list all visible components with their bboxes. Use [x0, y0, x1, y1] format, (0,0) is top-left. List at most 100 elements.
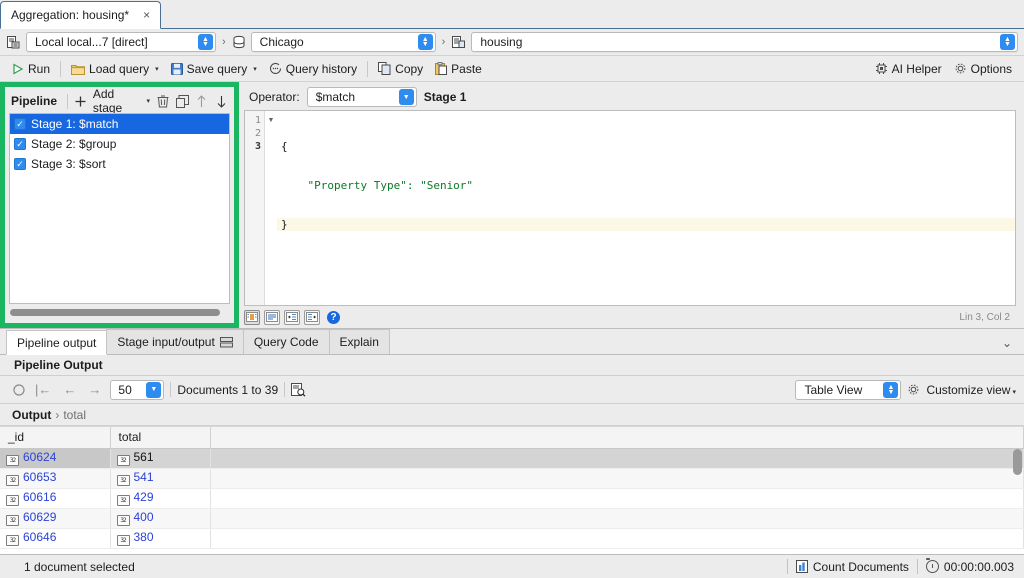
- editor-code-body[interactable]: { "Property Type": "Senior" }: [277, 111, 1015, 305]
- collection-value: housing: [480, 35, 996, 49]
- editor-fold-column[interactable]: ▼: [265, 111, 277, 305]
- connection-select[interactable]: Local local...7 [direct] ▲▼: [26, 32, 216, 52]
- previous-page-icon[interactable]: ←: [60, 382, 79, 397]
- options-button[interactable]: Options: [948, 60, 1018, 78]
- column-header-id[interactable]: _id: [0, 427, 110, 448]
- cell-total[interactable]: 32380: [110, 528, 210, 548]
- collection-select[interactable]: housing ▲▼: [471, 32, 1018, 52]
- collapse-all-icon[interactable]: [304, 310, 320, 325]
- column-header-total[interactable]: total: [110, 427, 210, 448]
- table-row[interactable]: 3260653 32541: [0, 468, 1024, 488]
- copy-button[interactable]: Copy: [372, 60, 429, 78]
- chevron-down-icon[interactable]: ▾: [146, 97, 150, 105]
- stage-enabled-checkbox[interactable]: ✓: [14, 158, 26, 170]
- table-row[interactable]: 3260646 32380: [0, 528, 1024, 548]
- fold-arrow-icon[interactable]: ▼: [265, 114, 277, 127]
- editor-footer: ? Lin 3, Col 2: [239, 306, 1024, 328]
- pipeline-stage-list[interactable]: ✓ Stage 1: $match ✓ Stage 2: $group ✓ St…: [9, 113, 230, 304]
- table-row[interactable]: 3260624 32561: [0, 448, 1024, 468]
- stage-enabled-checkbox[interactable]: ✓: [14, 118, 26, 130]
- cell-id[interactable]: 3260616: [0, 488, 110, 508]
- cell-id[interactable]: 3260646: [0, 528, 110, 548]
- cell-id[interactable]: 3260624: [0, 448, 110, 468]
- customize-view-button[interactable]: Customize view▾: [926, 383, 1016, 397]
- table-row[interactable]: 3260616 32429: [0, 488, 1024, 508]
- plus-icon[interactable]: [74, 95, 87, 108]
- view-mode-select[interactable]: Table View ▲▼: [795, 380, 901, 400]
- scrollbar-thumb[interactable]: [1013, 449, 1022, 475]
- page-size-select[interactable]: 50 ▼: [110, 380, 164, 400]
- breadcrumb-root[interactable]: Output: [12, 408, 51, 422]
- load-query-button[interactable]: Load query ▾: [65, 60, 165, 78]
- tab-explain[interactable]: Explain: [329, 329, 390, 354]
- query-history-button[interactable]: Query history: [263, 60, 363, 78]
- move-stage-up-icon[interactable]: [195, 93, 209, 109]
- cell-total[interactable]: 32429: [110, 488, 210, 508]
- expand-all-icon[interactable]: [284, 310, 300, 325]
- int32-type-icon: 32: [6, 475, 19, 486]
- save-query-button[interactable]: Save query ▾: [165, 60, 263, 78]
- chevron-down-icon[interactable]: ▾: [253, 65, 257, 73]
- tab-query-code[interactable]: Query Code: [243, 329, 330, 354]
- table-row[interactable]: 32 60629 32400: [0, 508, 1024, 528]
- cell-id[interactable]: 32 60629: [0, 508, 110, 528]
- operator-row: Operator: $match ▼ Stage 1: [239, 84, 1024, 110]
- stage-code-editor[interactable]: 1 2 3 ▼ { "Property Type": "Senior" }: [244, 110, 1016, 306]
- connection-stepper-icon[interactable]: ▲▼: [198, 34, 213, 50]
- run-button[interactable]: Run: [6, 60, 56, 78]
- results-breadcrumb: Output › total: [0, 404, 1024, 426]
- count-documents-button[interactable]: Count Documents: [796, 560, 909, 574]
- close-icon[interactable]: ×: [141, 8, 152, 22]
- pipeline-horizontal-scrollbar[interactable]: [10, 306, 229, 318]
- breadcrumb-leaf[interactable]: total: [63, 408, 86, 422]
- view-mode-stepper-icon[interactable]: ▲▼: [883, 382, 898, 398]
- cell-id[interactable]: 3260653: [0, 468, 110, 488]
- add-stage-label[interactable]: Add stage: [93, 87, 139, 115]
- chevron-down-icon[interactable]: ▼: [399, 89, 414, 105]
- int32-type-icon: 32: [6, 515, 19, 526]
- cell-total[interactable]: 32561: [110, 448, 210, 468]
- breadcrumb-arrow-1: ›: [221, 36, 227, 48]
- cell-total[interactable]: 32400: [110, 508, 210, 528]
- database-stepper-icon[interactable]: ▲▼: [418, 34, 433, 50]
- help-icon[interactable]: ?: [327, 311, 340, 324]
- compact-view-icon[interactable]: [264, 310, 280, 325]
- options-label: Options: [971, 62, 1012, 76]
- scrollbar-thumb[interactable]: [10, 309, 220, 316]
- first-page-icon[interactable]: |←: [32, 382, 54, 397]
- format-code-icon[interactable]: [244, 310, 260, 325]
- code-line: }: [277, 218, 1015, 231]
- page-size-value: 50: [118, 383, 146, 397]
- load-query-label: Load query: [89, 62, 149, 76]
- duplicate-stage-icon[interactable]: [175, 93, 189, 109]
- move-stage-down-icon[interactable]: [214, 93, 228, 109]
- delete-stage-icon[interactable]: [156, 93, 170, 109]
- cell-total[interactable]: 32541: [110, 468, 210, 488]
- database-select[interactable]: Chicago ▲▼: [251, 32, 436, 52]
- operator-select[interactable]: $match ▼: [307, 87, 417, 107]
- next-page-icon[interactable]: →: [85, 382, 104, 397]
- ai-helper-button[interactable]: AI Helper: [869, 60, 948, 78]
- int32-type-icon: 32: [6, 535, 19, 546]
- pipeline-stage-item[interactable]: ✓ Stage 2: $group: [10, 134, 229, 154]
- chevron-down-icon[interactable]: ▾: [155, 65, 159, 73]
- pipeline-stage-item[interactable]: ✓ Stage 3: $sort: [10, 154, 229, 174]
- paste-button[interactable]: Paste: [429, 60, 488, 78]
- split-view-icon: [220, 337, 233, 348]
- collection-stepper-icon[interactable]: ▲▼: [1000, 34, 1015, 50]
- refresh-icon[interactable]: [12, 383, 26, 397]
- chevron-down-icon[interactable]: ▼: [146, 382, 161, 398]
- document-tab-aggregation[interactable]: Aggregation: housing* ×: [0, 1, 161, 29]
- cell-value: 60629: [23, 510, 56, 524]
- status-divider-2: [917, 559, 918, 574]
- tab-pipeline-output[interactable]: Pipeline output: [6, 330, 107, 355]
- pipeline-stage-item[interactable]: ✓ Stage 1: $match: [10, 114, 229, 134]
- customize-view-label: Customize view: [926, 383, 1010, 397]
- results-panel-title: Pipeline Output: [0, 355, 1024, 376]
- gear-icon[interactable]: [907, 383, 920, 396]
- results-vertical-scrollbar[interactable]: [1013, 449, 1022, 554]
- stage-enabled-checkbox[interactable]: ✓: [14, 138, 26, 150]
- inspect-document-icon[interactable]: [291, 383, 306, 397]
- chevron-down-icon[interactable]: ⌄: [1002, 336, 1012, 350]
- tab-stage-input-output[interactable]: Stage input/output: [106, 329, 243, 354]
